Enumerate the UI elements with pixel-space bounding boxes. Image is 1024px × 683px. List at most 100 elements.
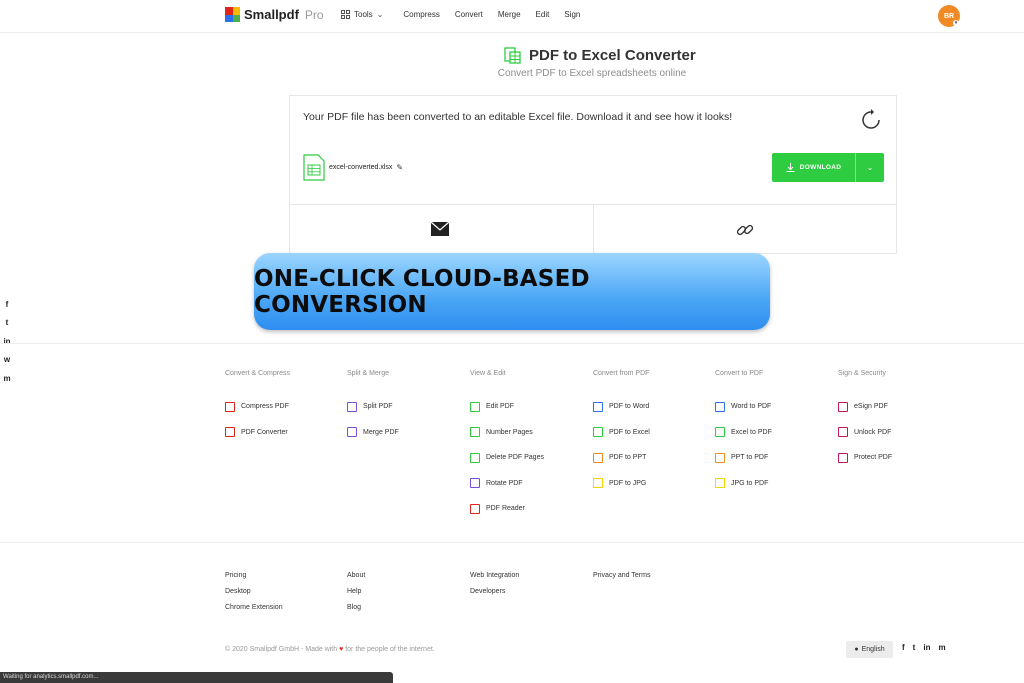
tool-icon: [593, 478, 603, 489]
link-share-icon[interactable]: [735, 220, 755, 240]
copyright-suffix: for the people of the internet.: [345, 646, 435, 653]
tool-link[interactable]: PDF to Word: [593, 394, 713, 420]
tool-icon: [470, 401, 480, 412]
tool-label: PDF to Word: [609, 403, 650, 411]
tool-icon: [715, 478, 725, 489]
logo-mark-icon: [225, 7, 240, 22]
tool-icon: [470, 452, 480, 463]
tool-link[interactable]: Unlock PDF: [838, 420, 958, 446]
nav-compress[interactable]: Compress: [403, 10, 439, 19]
tool-label: PDF to PPT: [609, 454, 647, 462]
tool-column: Convert from PDF PDF to Word PDF to Excel P…: [593, 370, 713, 496]
conversion-result-card: Your PDF file has been converted to an e…: [289, 95, 897, 254]
download-label: DOWNLOAD: [799, 164, 842, 171]
footer-facebook-icon[interactable]: f: [902, 643, 905, 652]
download-options-chevron-icon[interactable]: ⌄: [856, 153, 884, 182]
tool-column: Sign & Security eSign PDF Unlock PDF Protec…: [838, 370, 958, 471]
whatsapp-icon[interactable]: w: [0, 351, 14, 370]
footer-link-privacy-terms[interactable]: Privacy and Terms: [593, 572, 650, 588]
footer-link-pricing[interactable]: Pricing: [225, 572, 283, 588]
footer-link-developers[interactable]: Developers: [470, 588, 519, 604]
tool-icon: [715, 427, 725, 438]
twitter-icon[interactable]: t: [0, 314, 14, 333]
download-button-group: DOWNLOAD ⌄: [772, 153, 884, 182]
tool-label: Unlock PDF: [854, 428, 892, 436]
tool-link[interactable]: Word to PDF: [715, 394, 835, 420]
tool-column-heading: Convert from PDF: [593, 370, 650, 377]
tool-link[interactable]: Edit PDF: [470, 394, 590, 420]
nav-convert[interactable]: Convert: [455, 10, 483, 19]
footer-link-desktop[interactable]: Desktop: [225, 588, 283, 604]
smallpdf-logo[interactable]: Smallpdf Pro: [225, 7, 324, 22]
excel-doc-icon: [504, 47, 521, 64]
tool-link[interactable]: Compress PDF: [225, 394, 345, 420]
tool-icon: [470, 427, 480, 438]
nav-merge[interactable]: Merge: [498, 10, 521, 19]
page-title: PDF to Excel Converter: [529, 47, 696, 64]
tool-link[interactable]: eSign PDF: [838, 394, 958, 420]
tool-link[interactable]: PDF Converter: [225, 420, 345, 446]
tools-label: Tools: [354, 10, 373, 19]
tool-link[interactable]: Delete PDF Pages: [470, 445, 590, 471]
tool-link[interactable]: Merge PDF: [347, 420, 467, 446]
download-button[interactable]: DOWNLOAD: [772, 153, 856, 182]
tool-icon: [347, 427, 357, 438]
footer-divider: [0, 542, 1024, 543]
tool-link[interactable]: Number Pages: [470, 420, 590, 446]
tool-column-heading: Split & Merge: [347, 370, 390, 377]
nav-edit[interactable]: Edit: [536, 10, 550, 19]
section-divider: [0, 343, 1024, 344]
tool-link[interactable]: Rotate PDF: [470, 471, 590, 497]
footer-twitter-icon[interactable]: t: [913, 643, 916, 652]
avatar-caret-icon: ▾: [953, 20, 959, 26]
browser-status-bar: Waiting for analytics.smallpdf.com...: [0, 672, 393, 683]
footer-link-web-integration[interactable]: Web Integration: [470, 572, 519, 588]
tools-menu[interactable]: Tools ⌄: [341, 10, 383, 19]
tool-label: PPT to PDF: [731, 454, 769, 462]
language-label: English: [861, 646, 885, 653]
rename-pencil-icon[interactable]: ✎: [396, 163, 403, 172]
footer-link-about[interactable]: About: [347, 572, 365, 588]
tool-link[interactable]: Protect PDF: [838, 445, 958, 471]
tool-link[interactable]: PDF to Excel: [593, 420, 713, 446]
tool-link[interactable]: PPT to PDF: [715, 445, 835, 471]
tool-link[interactable]: JPG to PDF: [715, 471, 835, 497]
footer-link-chrome-extension[interactable]: Chrome Extension: [225, 604, 283, 620]
language-selector[interactable]: ● English: [846, 641, 893, 658]
tool-label: PDF to JPG: [609, 479, 647, 487]
tool-link[interactable]: Excel to PDF: [715, 420, 835, 446]
mail-icon[interactable]: m: [0, 369, 14, 388]
file-name: excel-converted.xlsx: [329, 164, 393, 171]
page-subtitle: Convert PDF to Excel spreadsheets online: [497, 68, 687, 79]
tool-link[interactable]: PDF Reader: [470, 496, 590, 522]
globe-icon: ●: [854, 646, 859, 653]
tool-column: Convert to PDF Word to PDF Excel to PDF PPT…: [715, 370, 835, 496]
footer-col-2: About Help Blog: [347, 572, 365, 620]
tool-link[interactable]: Split PDF: [347, 394, 467, 420]
tool-icon: [225, 401, 235, 412]
tool-label: Merge PDF: [363, 428, 399, 436]
tool-column: Split & Merge Split PDF Merge PDF: [347, 370, 467, 445]
linkedin-icon[interactable]: in: [0, 332, 14, 351]
tool-label: Split PDF: [363, 403, 393, 411]
tool-label: Compress PDF: [241, 403, 289, 411]
footer-link-blog[interactable]: Blog: [347, 604, 365, 620]
footer-link-help[interactable]: Help: [347, 588, 365, 604]
tool-column-heading: Convert & Compress: [225, 370, 290, 377]
copyright-line: © 2020 Smallpdf GmbH - Made with ♥ for t…: [225, 646, 435, 653]
nav-sign[interactable]: Sign: [564, 10, 580, 19]
footer-social-links: f t in m: [902, 643, 946, 652]
card-split-divider: [593, 204, 594, 254]
footer-col-3: Web Integration Developers: [470, 572, 519, 604]
footer-mail-icon[interactable]: m: [938, 643, 945, 652]
tool-column: Convert & Compress Compress PDF PDF Conver…: [225, 370, 345, 445]
email-share-icon[interactable]: [430, 221, 450, 237]
facebook-icon[interactable]: f: [0, 295, 14, 314]
tool-link[interactable]: PDF to PPT: [593, 445, 713, 471]
tool-link[interactable]: PDF to JPG: [593, 471, 713, 497]
tool-icon: [593, 427, 603, 438]
social-share-sidebar: f t in w m: [0, 295, 14, 388]
footer-linkedin-icon[interactable]: in: [923, 643, 930, 652]
footer-col-1: Pricing Desktop Chrome Extension: [225, 572, 283, 620]
start-over-icon[interactable]: [860, 109, 882, 131]
